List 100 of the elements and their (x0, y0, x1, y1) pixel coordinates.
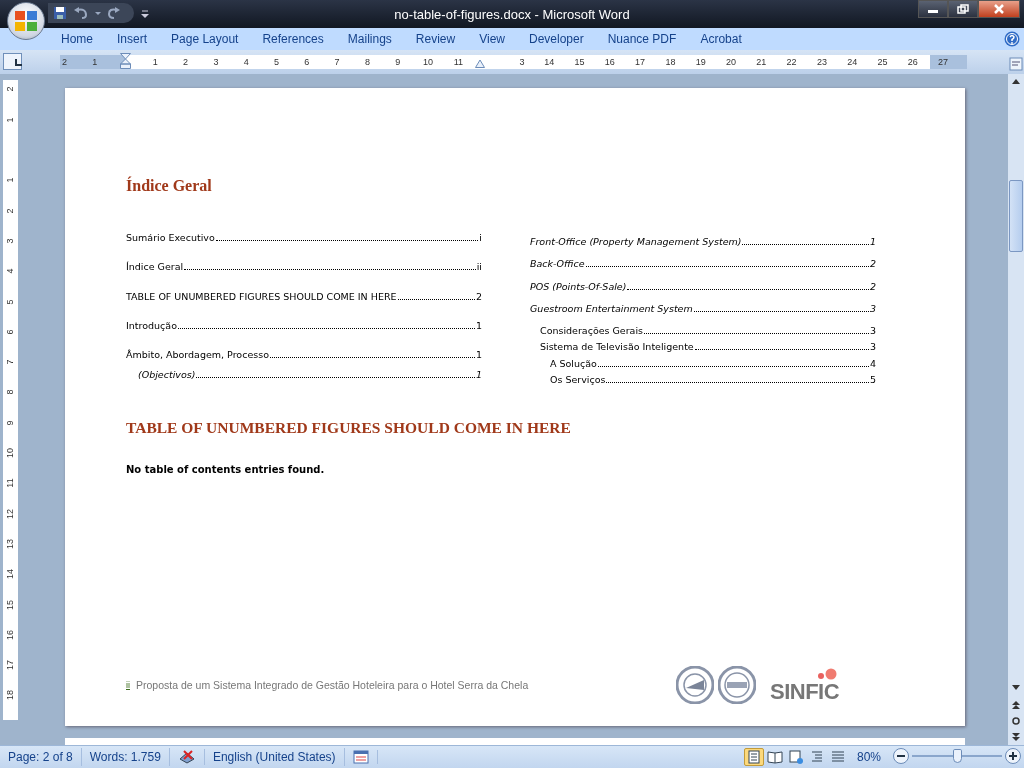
ruler-number: 1 (4, 116, 16, 125)
zoom-slider-thumb[interactable] (953, 749, 962, 763)
ribbon-tab[interactable]: Mailings (338, 29, 407, 49)
ruler-number: 27 (938, 56, 949, 69)
ruler-number: 5 (274, 56, 279, 69)
toc-entry[interactable]: POS (Points-Of-Sale) (530, 279, 627, 294)
ruler-number: 12 (4, 507, 16, 521)
toc-entry[interactable]: Front-Office (Property Management System) (530, 235, 742, 250)
toc-entry[interactable]: TABLE OF UNUMBERED FIGURES SHOULD COME IN HERE (126, 289, 397, 304)
ruler-number: 11 (453, 56, 463, 69)
indent-marker-icon[interactable] (120, 53, 131, 69)
page-number: i (479, 231, 482, 245)
ruler-number: 17 (4, 659, 16, 673)
web-layout-icon (788, 749, 804, 765)
toc-entry[interactable]: Os Serviços (550, 372, 606, 387)
ruler-number: 19 (695, 56, 706, 69)
page-indicator[interactable]: Page: 2 of 8 (0, 748, 82, 766)
customize-icon[interactable] (140, 7, 150, 21)
undo-icon[interactable] (73, 6, 89, 20)
ribbon-tab[interactable]: View (470, 29, 520, 49)
previous-page-icon[interactable] (1011, 700, 1021, 710)
ribbon-tab[interactable]: Nuance PDF (598, 29, 692, 49)
next-page-icon[interactable] (1011, 732, 1021, 742)
zoom-out-button[interactable] (893, 748, 909, 764)
ruler-number: 16 (604, 56, 615, 69)
ruler-number: 15 (574, 56, 585, 69)
ruler-number: 8 (364, 56, 370, 69)
logo-dots-icon (817, 667, 838, 681)
page-number: 1 (475, 368, 482, 383)
toc-entry[interactable]: Sistema de Televisão Inteligente (540, 340, 694, 355)
language-indicator[interactable]: English (United States) (204, 748, 345, 766)
footer-page-number: ii (126, 679, 130, 693)
ruler-number: 20 (726, 56, 736, 69)
zoom-level[interactable]: 80% (856, 748, 881, 766)
outline-icon (809, 749, 825, 765)
toc-entry[interactable]: Sumário Executivo (126, 231, 215, 246)
ruler-number: 2 (4, 207, 16, 216)
ribbon-tab[interactable]: Review (406, 29, 471, 49)
save-icon[interactable] (53, 6, 67, 20)
ribbon-tab[interactable]: Page Layout (162, 29, 254, 49)
toc-entry[interactable]: Back-Office (530, 257, 585, 272)
certification-badge-icon (676, 666, 714, 704)
page-number: 1 (475, 348, 482, 362)
ruler-number: 24 (847, 56, 858, 69)
page-number: 3 (869, 340, 876, 355)
right-indent-marker-icon[interactable] (475, 59, 485, 68)
tab-selector-button[interactable] (3, 53, 22, 70)
toc-entry[interactable]: Introdução (126, 318, 177, 333)
ruler-number: 14 (544, 56, 555, 69)
ribbon-tab[interactable]: References (253, 29, 339, 49)
scroll-up-icon[interactable] (1011, 77, 1021, 87)
view-button[interactable] (786, 748, 806, 766)
close-button[interactable] (978, 0, 1020, 18)
ruler-number: 11 (4, 477, 16, 490)
ribbon-tab[interactable]: Developer (519, 29, 599, 49)
ruler-number: 2 (4, 85, 16, 94)
toc-entry[interactable]: A Solução (550, 356, 597, 371)
minimize-button[interactable] (918, 0, 948, 18)
ruler-number: 18 (4, 689, 16, 703)
ruler-number: 16 (4, 628, 16, 642)
ruler-number: 25 (877, 56, 888, 69)
ruler-number: 26 (907, 56, 918, 69)
ruler-number: 4 (4, 267, 16, 276)
ribbon-tab[interactable]: Home (52, 29, 108, 49)
office-logo-icon (14, 9, 38, 33)
help-icon[interactable] (1004, 31, 1020, 47)
ruler-number: 1 (4, 176, 16, 185)
ribbon-tab[interactable]: Acrobat (691, 29, 757, 49)
scroll-thumb[interactable] (1009, 180, 1023, 252)
ruler-number: 13 (4, 537, 16, 551)
page-number: 2 (869, 257, 876, 272)
select-browse-object-icon[interactable] (1011, 716, 1021, 726)
toc-entry[interactable]: Guestroom Entertainment System (530, 301, 693, 316)
restore-button[interactable] (948, 0, 978, 18)
ruler-number: 23 (816, 56, 827, 69)
ruler-number: 5 (4, 298, 16, 306)
zoom-in-button[interactable] (1005, 748, 1021, 764)
word-count[interactable]: Words: 1.759 (81, 748, 170, 766)
ruler-number: 21 (756, 56, 767, 69)
ruler-number: 10 (423, 56, 433, 69)
toc-entry[interactable]: Âmbito, Abordagem, Processo (126, 348, 269, 363)
view-button[interactable] (765, 748, 785, 766)
restore-icon (957, 4, 969, 14)
ruler-number: 7 (4, 358, 16, 367)
vertical-scrollbar[interactable] (1008, 74, 1024, 745)
macro-icon[interactable] (352, 750, 369, 764)
minus-icon (897, 752, 905, 760)
toc-entry[interactable]: (Objectivos) (138, 368, 196, 383)
window-title: no-table-of-figures.docx - Microsoft Word (394, 6, 630, 23)
proofing-icon[interactable] (177, 749, 196, 765)
toc-entry[interactable]: Índice Geral (126, 260, 184, 275)
ruler-number: 18 (665, 56, 676, 69)
view-button[interactable] (744, 748, 764, 766)
page-number: ii (476, 260, 482, 275)
ruler-number: 10 (4, 447, 16, 460)
redo-icon[interactable] (107, 6, 121, 20)
tab-stop-icon (14, 58, 23, 67)
ribbon-tab[interactable]: Insert (108, 29, 163, 49)
scroll-down-icon[interactable] (1011, 682, 1021, 692)
toc-entry[interactable]: Considerações Gerais (540, 324, 644, 339)
